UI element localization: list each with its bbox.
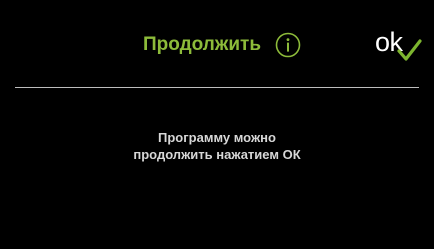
screen: Продолжить ok Программу можно продолжить… [0, 0, 434, 249]
message-line-1: Программу можно [158, 130, 276, 145]
header: Продолжить [0, 30, 434, 60]
message: Программу можно продолжить нажатием ОК [0, 129, 434, 163]
info-icon-svg [275, 32, 301, 58]
page-title: Продолжить [142, 34, 262, 55]
check-icon [397, 39, 422, 61]
message-line-2: продолжить нажатием ОК [133, 147, 301, 162]
title-wrap: Продолжить [143, 30, 301, 60]
info-icon[interactable] [275, 32, 301, 58]
divider [15, 87, 419, 88]
ok-button[interactable]: ok [375, 24, 431, 66]
